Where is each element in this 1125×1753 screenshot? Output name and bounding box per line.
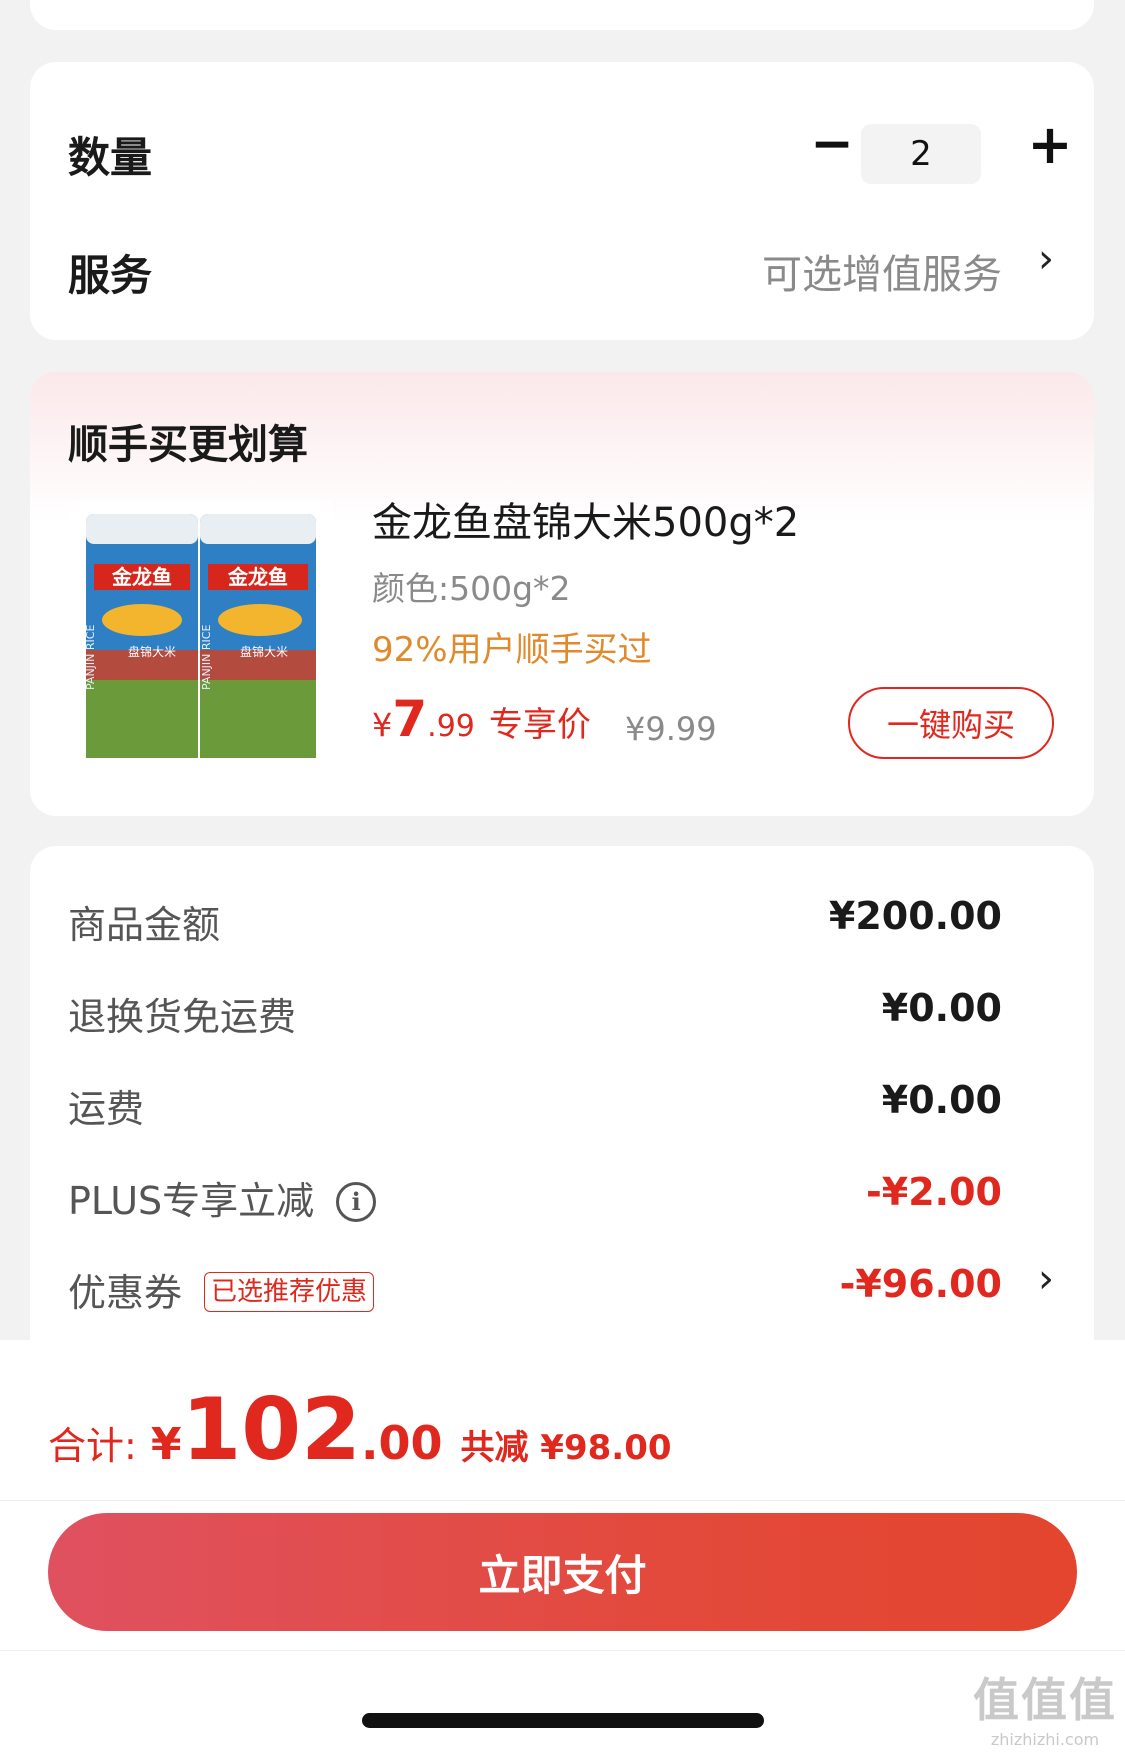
plus-discount-label: PLUS专享立减 [68,1179,315,1223]
price-tag: 专享价 [488,705,591,745]
order-summary-card: 商品金额 ¥200.00 退换货免运费 ¥0.00 运费 ¥0.00 PLUS专… [30,846,1094,1406]
pay-now-button[interactable]: 立即支付 [48,1513,1077,1631]
summary-row-shipping: 运费 ¥0.00 [30,1078,1094,1138]
summary-label: PLUS专享立减 i [68,1170,377,1225]
image-side-text-2: PANJIN RICE [200,625,213,690]
summary-row-coupon[interactable]: 优惠券 已选推荐优惠 -¥96.00 › [30,1256,1094,1322]
product-price: ¥7.99 专享价 [372,690,591,748]
original-price: ¥9.99 [625,710,717,748]
total-currency: ¥ [150,1419,182,1470]
image-brand-text-1: 金龙鱼 [111,565,172,589]
watermark-url: zhizhizhi.com [990,1730,1100,1749]
divider [0,1500,1125,1501]
coupon-label: 优惠券 [68,1271,183,1315]
coupon-badge: 已选推荐优惠 [204,1272,375,1312]
social-proof-text: 92%用户顺手买过 [372,630,652,670]
home-indicator[interactable] [362,1713,764,1728]
price-integer: 7 [392,690,428,748]
image-product-text-2: 盘锦大米 [240,644,288,659]
service-value[interactable]: 可选增值服务 [762,242,1002,300]
quantity-service-card: 数量 − 2 + 服务 可选增值服务 › [30,62,1094,340]
summary-value: -¥2.00 [866,1170,1002,1214]
watermark: 值值值 zhizhizhi.com [973,1664,1117,1749]
summary-value: ¥200.00 [828,894,1002,938]
chevron-right-icon[interactable]: › [1038,236,1054,282]
service-label: 服务 [68,251,153,300]
summary-value: ¥0.00 [881,986,1002,1030]
total-decimal: .00 [360,1416,443,1470]
quantity-label: 数量 [68,133,153,182]
plus-icon[interactable]: + [1020,113,1080,176]
minus-icon[interactable]: − [802,114,862,174]
total-discount: 共减 ¥98.00 [460,1428,672,1468]
summary-row-return-shipping: 退换货免运费 ¥0.00 [30,986,1094,1046]
one-click-buy-button[interactable]: 一键购买 [848,687,1054,759]
total-price: 合计: ¥102.00 共减 ¥98.00 [48,1380,672,1480]
watermark-logo: 值值值 [973,1673,1117,1727]
divider [0,1650,1125,1651]
summary-value: ¥0.00 [881,1078,1002,1122]
summary-row-goods: 商品金额 ¥200.00 [30,894,1094,954]
checkout-bar: 合计: ¥102.00 共减 ¥98.00 立即支付 值值值 zhizhizhi.c… [0,1340,1125,1753]
summary-label: 运费 [68,1087,145,1131]
quantity-input[interactable]: 2 [861,124,981,184]
image-brand-text-2: 金龙鱼 [227,565,288,589]
summary-value: -¥96.00 [839,1262,1002,1306]
product-name[interactable]: 金龙鱼盘锦大米500g*2 [372,490,799,548]
chevron-right-icon[interactable]: › [1038,1256,1054,1302]
total-integer: 102 [181,1380,361,1480]
summary-label: 商品金额 [68,903,221,947]
top-card-partial [30,0,1094,30]
product-image[interactable]: 金龙鱼 金龙鱼 盘锦大米 盘锦大米 PANJIN RICE PANJIN RIC… [68,500,334,766]
upsell-title: 顺手买更划算 [68,422,308,468]
summary-label: 优惠券 已选推荐优惠 [68,1262,375,1317]
summary-label: 退换货免运费 [68,995,297,1039]
image-side-text-1: PANJIN RICE [84,625,97,690]
info-icon[interactable]: i [336,1182,377,1222]
upsell-card: 顺手买更划算 金龙鱼 金龙鱼 盘锦大米 盘锦大米 PANJIN RICE PAN… [30,372,1094,816]
price-decimal: .99 [427,709,475,744]
product-spec: 颜色:500g*2 [372,569,571,608]
summary-row-plus-discount: PLUS专享立减 i -¥2.00 [30,1170,1094,1230]
image-product-text-1: 盘锦大米 [128,644,176,659]
price-currency: ¥ [372,706,393,744]
total-label: 合计: [48,1424,137,1468]
